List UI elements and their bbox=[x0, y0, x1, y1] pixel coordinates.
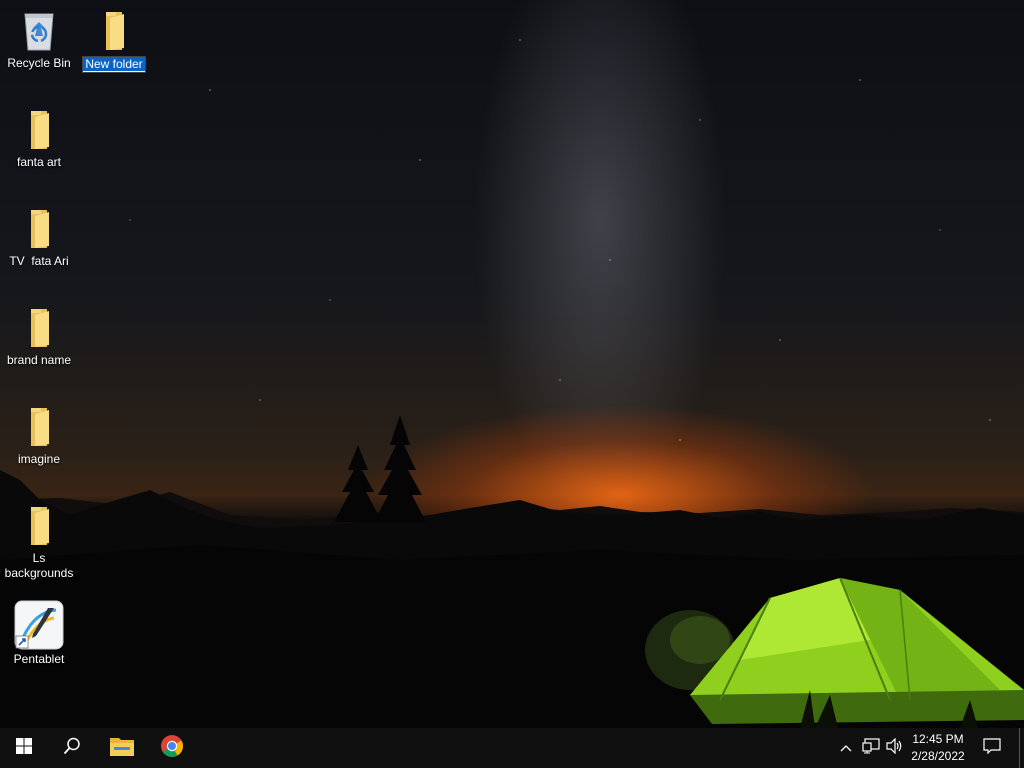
taskbar-clock[interactable]: 12:45 PM 2/28/2022 bbox=[903, 731, 973, 765]
desktop-icon-label: Recycle Bin bbox=[7, 56, 71, 70]
search-button[interactable] bbox=[48, 728, 96, 768]
desktop-icon-imagine[interactable]: imagine bbox=[1, 404, 77, 467]
clock-time: 12:45 PM bbox=[912, 732, 964, 746]
desktop-icon-pentablet[interactable]: Pentablet bbox=[1, 600, 77, 667]
desktop-icon-label: brand name bbox=[6, 353, 72, 367]
desktop-icon-recycle-bin[interactable]: Recycle Bin bbox=[1, 8, 77, 71]
folder-icon bbox=[19, 503, 59, 547]
folder-icon bbox=[94, 8, 134, 52]
desktop-icon-tv-fata-ari[interactable]: TV fata Ari bbox=[1, 206, 77, 269]
chrome-icon bbox=[160, 734, 184, 763]
pentablet-shortcut-icon bbox=[14, 600, 64, 650]
network-icon bbox=[862, 737, 880, 759]
taskbar: 12:45 PM 2/28/2022 bbox=[0, 728, 1024, 768]
desktop-icon-label: Ls backgrounds bbox=[4, 551, 74, 580]
search-icon bbox=[63, 737, 81, 760]
desktop-icon-label: imagine bbox=[17, 452, 61, 466]
file-explorer-icon bbox=[110, 736, 134, 761]
folder-icon bbox=[19, 305, 59, 349]
network-button[interactable] bbox=[860, 728, 882, 768]
action-center-icon bbox=[983, 737, 1001, 759]
rename-text-selected: New folder bbox=[83, 57, 145, 71]
action-center-button[interactable] bbox=[980, 728, 1004, 768]
desktop-icon-label: TV fata Ari bbox=[9, 254, 69, 268]
taskbar-chrome[interactable] bbox=[148, 728, 196, 768]
desktop-icon-ls-backgrounds[interactable]: Ls backgrounds bbox=[1, 503, 77, 581]
desktop-icon-new-folder[interactable]: New folder bbox=[76, 8, 152, 73]
recycle-bin-icon bbox=[19, 8, 59, 52]
desktop-icon-label: Pentablet bbox=[13, 652, 65, 666]
desktop-icon-fanta-art[interactable]: fanta art bbox=[1, 107, 77, 170]
desktop[interactable]: Recycle Bin New folder fanta art TV fata… bbox=[0, 0, 1024, 728]
windows-start-icon bbox=[16, 737, 32, 759]
start-button[interactable] bbox=[0, 728, 48, 768]
volume-icon bbox=[886, 737, 904, 759]
show-hidden-icons-button[interactable] bbox=[836, 728, 856, 768]
folder-icon bbox=[19, 107, 59, 151]
wallpaper-landscape bbox=[0, 415, 1024, 728]
desktop-icon-brand-name[interactable]: brand name bbox=[1, 305, 77, 368]
clock-date: 2/28/2022 bbox=[911, 749, 965, 763]
folder-icon bbox=[19, 206, 59, 250]
folder-icon bbox=[19, 404, 59, 448]
rename-textbox[interactable]: New folder bbox=[82, 56, 146, 73]
show-desktop-button[interactable] bbox=[1020, 728, 1024, 768]
taskbar-file-explorer[interactable] bbox=[98, 728, 146, 768]
chevron-up-icon bbox=[840, 739, 852, 757]
desktop-icon-label: fanta art bbox=[16, 155, 62, 169]
